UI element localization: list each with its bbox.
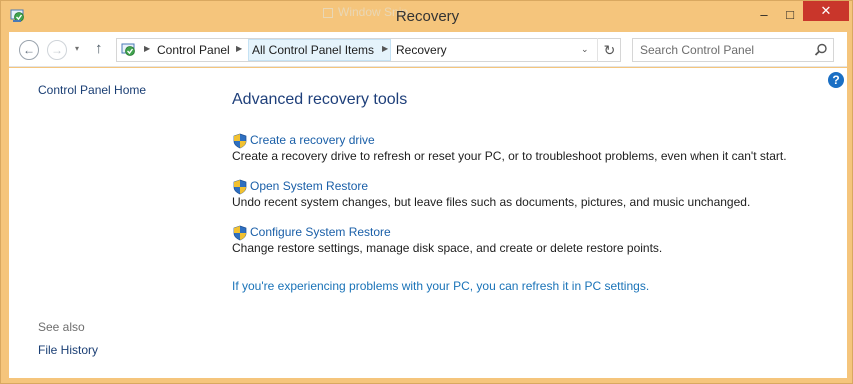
recent-locations-chevron-icon[interactable]: ▾ (75, 44, 79, 53)
address-bar[interactable]: ▶ Control Panel ▶ All Control Panel Item… (116, 38, 621, 62)
breadcrumb-all-control-panel-items[interactable]: All Control Panel Items (252, 43, 374, 57)
refresh-button[interactable]: ↻ (597, 38, 621, 62)
close-button[interactable]: ✕ (803, 1, 849, 21)
address-dropdown-chevron-icon[interactable]: ⌄ (581, 44, 589, 55)
recovery-window: Window Snip Recovery ‒ □ ✕ ← → ▾ ↑ ▶ Con… (0, 0, 853, 384)
breadcrumb-recovery[interactable]: Recovery (396, 43, 447, 57)
uac-shield-icon (232, 179, 248, 195)
search-input[interactable] (640, 43, 810, 57)
see-also-label: See also (38, 320, 85, 334)
breadcrumb-separator-icon[interactable]: ▶ (236, 44, 242, 53)
breadcrumb-separator-icon[interactable]: ▶ (382, 44, 388, 53)
search-icon[interactable] (814, 43, 828, 57)
forward-button[interactable]: → (47, 40, 67, 60)
back-button[interactable]: ← (19, 40, 39, 60)
task-description: Undo recent system changes, but leave fi… (232, 195, 751, 209)
file-history-link[interactable]: File History (38, 343, 98, 357)
content-pane: ? Control Panel Home See also File Histo… (9, 68, 847, 378)
task-description: Create a recovery drive to refresh or re… (232, 149, 787, 163)
task-description: Change restore settings, manage disk spa… (232, 241, 663, 255)
uac-shield-icon (232, 133, 248, 149)
search-box[interactable] (632, 38, 834, 62)
help-icon[interactable]: ? (828, 72, 844, 88)
open-system-restore-link[interactable]: Open System Restore (250, 179, 368, 193)
page-title: Advanced recovery tools (232, 91, 408, 108)
window-title: Recovery (395, 8, 460, 25)
control-panel-location-icon (120, 41, 138, 59)
navigation-bar: ← → ▾ ↑ ▶ Control Panel ▶ All Control Pa… (9, 32, 847, 67)
create-recovery-drive-link[interactable]: Create a recovery drive (250, 133, 375, 147)
configure-system-restore-link[interactable]: Configure System Restore (250, 225, 391, 239)
uac-shield-icon (232, 225, 248, 241)
control-panel-home-link[interactable]: Control Panel Home (38, 83, 146, 97)
minimize-button[interactable]: ‒ (751, 3, 777, 25)
refresh-pc-settings-link[interactable]: If you're experiencing problems with you… (232, 279, 649, 293)
breadcrumb-control-panel[interactable]: Control Panel (157, 43, 230, 57)
maximize-button[interactable]: □ (777, 3, 803, 25)
title-bar[interactable]: Window Snip Recovery ‒ □ ✕ (1, 1, 853, 32)
up-arrow-button[interactable]: ↑ (95, 40, 103, 57)
breadcrumb-separator-icon[interactable]: ▶ (144, 44, 150, 53)
